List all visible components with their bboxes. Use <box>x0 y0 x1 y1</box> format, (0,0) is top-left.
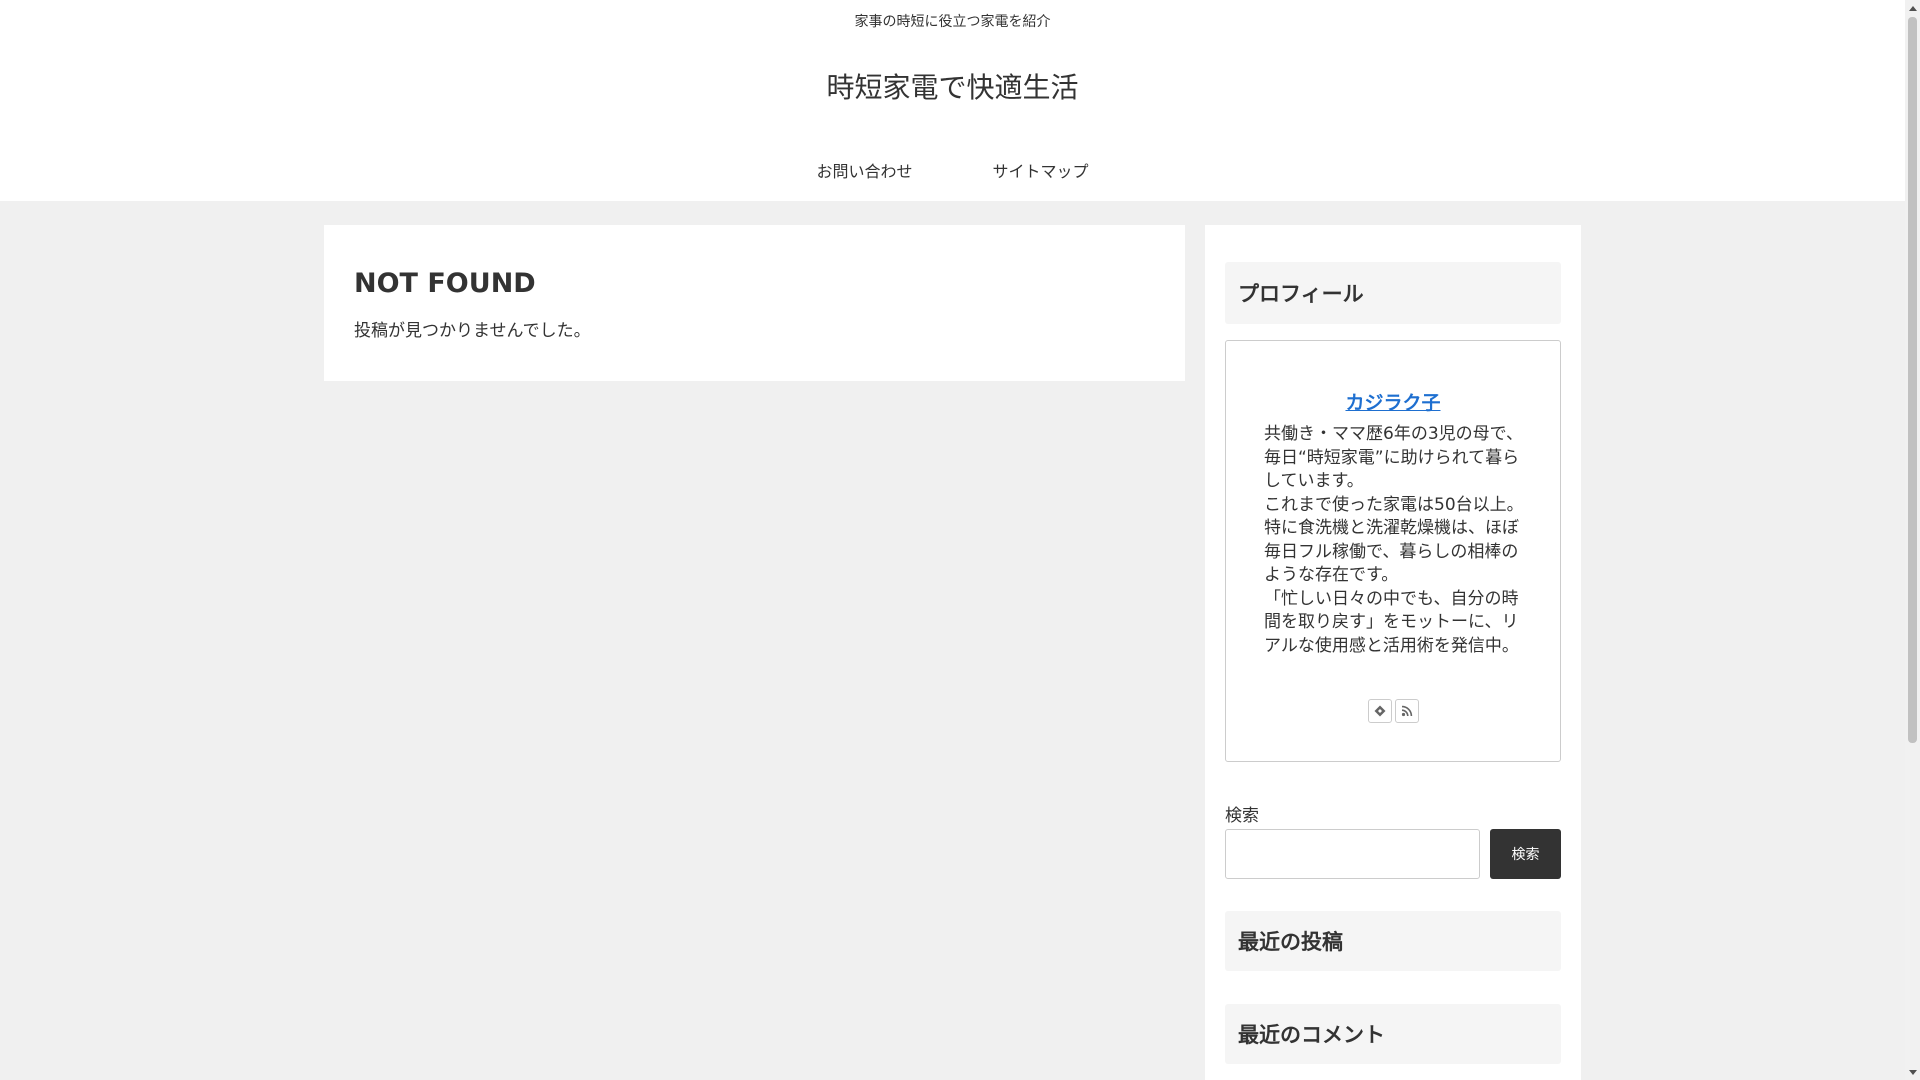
not-found-message: 投稿が見つかりませんでした。 <box>354 321 591 341</box>
recent-posts-widget-title: 最近の投稿 <box>1225 911 1561 971</box>
sidebar: プロフィール カジラク子 共働き・ママ歴6年の3児の母で、毎日“時短家電”に助け… <box>1205 225 1581 1080</box>
profile-box: カジラク子 共働き・ママ歴6年の3児の母で、毎日“時短家電”に助けられて暮らして… <box>1225 340 1561 762</box>
profile-widget-title: プロフィール <box>1225 262 1561 324</box>
scroll-up-arrow-icon[interactable] <box>1905 0 1920 15</box>
site-header: 家事の時短に役立つ家電を紹介 時短家電で快適生活 お問い合わせ サイトマップ <box>0 0 1905 201</box>
site-tagline: 家事の時短に役立つ家電を紹介 <box>854 14 1051 30</box>
profile-description: 共働き・ママ歴6年の3児の母で、毎日“時短家電”に助けられて暮らしています。 こ… <box>1264 424 1524 656</box>
rss-icon[interactable] <box>1394 699 1419 723</box>
recent-comments-title-text: 最近のコメント <box>1238 1023 1385 1047</box>
nav-item-contact[interactable]: お問い合わせ <box>777 147 953 197</box>
recent-posts-title-text: 最近の投稿 <box>1238 930 1343 954</box>
feedly-icon[interactable] <box>1367 699 1392 723</box>
scrollbar-thumb[interactable] <box>1908 17 1917 743</box>
search-input[interactable] <box>1225 829 1480 879</box>
profile-name-link[interactable]: カジラク子 <box>1226 388 1560 415</box>
main-content-card: NOT FOUND 投稿が見つかりませんでした。 <box>324 225 1185 381</box>
not-found-title: NOT FOUND <box>354 268 536 299</box>
profile-follow-buttons <box>1226 699 1560 723</box>
vertical-scrollbar[interactable] <box>1905 0 1920 1080</box>
global-nav: お問い合わせ サイトマップ <box>0 147 1905 197</box>
nav-item-sitemap[interactable]: サイトマップ <box>953 147 1129 197</box>
search-widget-label: 検索 <box>1225 806 1259 826</box>
recent-comments-widget-title: 最近のコメント <box>1225 1004 1561 1064</box>
profile-widget-title-text: プロフィール <box>1238 282 1364 306</box>
scroll-down-arrow-icon[interactable] <box>1905 1065 1920 1080</box>
search-button[interactable]: 検索 <box>1490 829 1561 879</box>
site-title-link[interactable]: 時短家電で快適生活 <box>0 66 1905 106</box>
page: 家事の時短に役立つ家電を紹介 時短家電で快適生活 お問い合わせ サイトマップ N… <box>0 0 1905 1080</box>
